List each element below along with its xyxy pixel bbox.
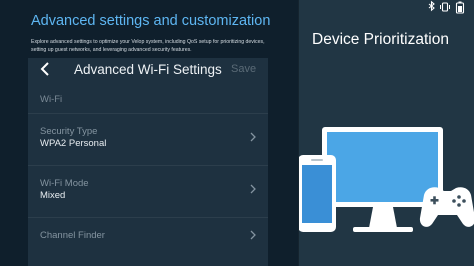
- phone-icon: [299, 155, 336, 232]
- page-description: Explore advanced settings to optimize yo…: [31, 39, 265, 53]
- wifi-mode-row[interactable]: Wi-Fi Mode Mixed: [28, 165, 268, 208]
- row-label: Security Type: [40, 126, 98, 137]
- save-button[interactable]: Save: [231, 63, 256, 75]
- illustration: [299, 127, 474, 232]
- left-panel: Advanced settings and customization Expl…: [0, 0, 298, 266]
- section-label-wifi: Wi-Fi: [40, 94, 63, 105]
- row-label: Channel Finder: [40, 230, 105, 241]
- settings-title: Advanced Wi-Fi Settings: [74, 62, 222, 77]
- settings-header: Advanced Wi-Fi Settings Save: [28, 58, 268, 82]
- security-type-row[interactable]: Security Type WPA2 Personal: [28, 113, 268, 156]
- chevron-left-icon[interactable]: [37, 61, 53, 77]
- chevron-right-icon: [250, 230, 256, 240]
- page-title: Advanced settings and customization: [31, 13, 271, 29]
- row-value: WPA2 Personal: [40, 138, 107, 149]
- channel-finder-row[interactable]: Channel Finder: [28, 217, 268, 260]
- chevron-right-icon: [250, 132, 256, 142]
- chevron-right-icon: [250, 184, 256, 194]
- row-value: Mixed: [40, 190, 66, 201]
- settings-screen: Advanced Wi-Fi Settings Save Wi-Fi Secur…: [28, 58, 268, 266]
- gamepad-icon: [419, 187, 474, 227]
- row-label: Wi-Fi Mode: [40, 178, 89, 189]
